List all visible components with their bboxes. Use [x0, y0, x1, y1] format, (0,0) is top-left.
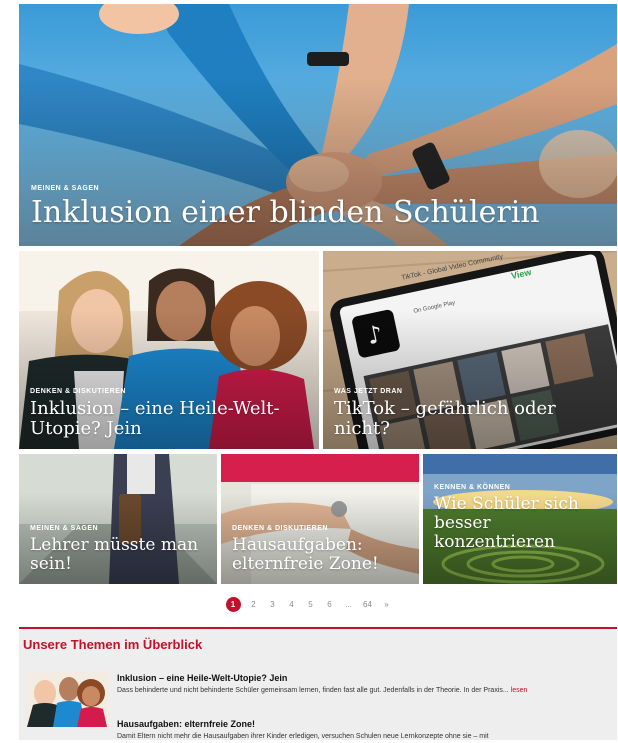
- page-1-button[interactable]: 1: [225, 596, 241, 612]
- page-5-button[interactable]: 5: [305, 600, 317, 609]
- themes-overview-panel: Unsere Themen im Überblick Inklusion – e…: [19, 627, 617, 740]
- tile-category[interactable]: KENNEN & KÖNNEN: [434, 484, 609, 491]
- tile-category[interactable]: WAS JETZT DRAN: [334, 388, 609, 395]
- theme-item-text: Dass behinderte und nicht behinderte Sch…: [117, 686, 609, 697]
- tile-caption: WAS JETZT DRAN TikTok – gefährlich oder …: [334, 388, 609, 439]
- hero-article-tile[interactable]: MEINEN & SAGEN Inklusion einer blinden S…: [19, 4, 617, 246]
- tile-category[interactable]: DENKEN & DISKUTIEREN: [30, 388, 311, 395]
- hero-category[interactable]: MEINEN & SAGEN: [31, 185, 609, 192]
- tile-caption: DENKEN & DISKUTIEREN Hausaufgaben: elter…: [232, 525, 411, 574]
- article-tile-hausaufgaben[interactable]: DENKEN & DISKUTIEREN Hausaufgaben: elter…: [221, 454, 419, 584]
- read-more-link[interactable]: lesen: [511, 687, 528, 694]
- themes-title: Unsere Themen im Überblick: [23, 637, 203, 652]
- tile-headline[interactable]: TikTok – gefährlich oder nicht?: [334, 398, 609, 439]
- page-2-button[interactable]: 2: [248, 600, 260, 609]
- next-page-button[interactable]: »: [381, 600, 393, 609]
- hero-headline[interactable]: Inklusion einer blinden Schülerin: [31, 196, 609, 230]
- theme-item-text: Damit Eltern nicht mehr die Hausaufgaben…: [117, 733, 489, 740]
- tile-caption: KENNEN & KÖNNEN Wie Schüler sich besser …: [434, 484, 609, 552]
- tile-category[interactable]: MEINEN & SAGEN: [30, 525, 209, 532]
- theme-thumbnail-photo: [25, 671, 109, 727]
- article-tile-tiktok[interactable]: ♪ TikTok - Global Video Community View O…: [323, 251, 617, 449]
- theme-item-summary: Dass behinderte und nicht behinderte Sch…: [117, 687, 509, 694]
- hero-caption: MEINEN & SAGEN Inklusion einer blinden S…: [31, 185, 609, 230]
- article-tile-lehrer[interactable]: MEINEN & SAGEN Lehrer müsste man sein!: [19, 454, 217, 584]
- tile-headline[interactable]: Lehrer müsste man sein!: [30, 535, 209, 574]
- page-4-button[interactable]: 4: [286, 600, 298, 609]
- tile-headline[interactable]: Inklusion – eine Heile-Welt-Utopie? Jein: [30, 398, 311, 439]
- page-64-button[interactable]: 64: [362, 600, 374, 609]
- tile-category[interactable]: DENKEN & DISKUTIEREN: [232, 525, 411, 532]
- pagination: 1 2 3 4 5 6 ... 64 »: [0, 595, 618, 613]
- theme-item-title[interactable]: Hausaufgaben: elternfreie Zone!: [117, 719, 609, 729]
- theme-item[interactable]: Inklusion – eine Heile-Welt-Utopie? Jein…: [117, 673, 609, 697]
- tile-caption: MEINEN & SAGEN Lehrer müsste man sein!: [30, 525, 209, 574]
- theme-thumbnail[interactable]: [25, 671, 109, 727]
- theme-item-title[interactable]: Inklusion – eine Heile-Welt-Utopie? Jein: [117, 673, 609, 683]
- tile-caption: DENKEN & DISKUTIEREN Inklusion – eine He…: [30, 388, 311, 439]
- theme-item[interactable]: Hausaufgaben: elternfreie Zone! Damit El…: [117, 719, 609, 743]
- page-3-button[interactable]: 3: [267, 600, 279, 609]
- page-ellipsis: ...: [345, 599, 352, 609]
- page-6-button[interactable]: 6: [324, 600, 336, 609]
- tile-headline[interactable]: Wie Schüler sich besser konzentrieren: [434, 494, 609, 552]
- article-tile-konzentration[interactable]: KENNEN & KÖNNEN Wie Schüler sich besser …: [423, 454, 617, 584]
- tile-headline[interactable]: Hausaufgaben: elternfreie Zone!: [232, 535, 411, 574]
- article-tile-inklusion[interactable]: DENKEN & DISKUTIEREN Inklusion – eine He…: [19, 251, 319, 449]
